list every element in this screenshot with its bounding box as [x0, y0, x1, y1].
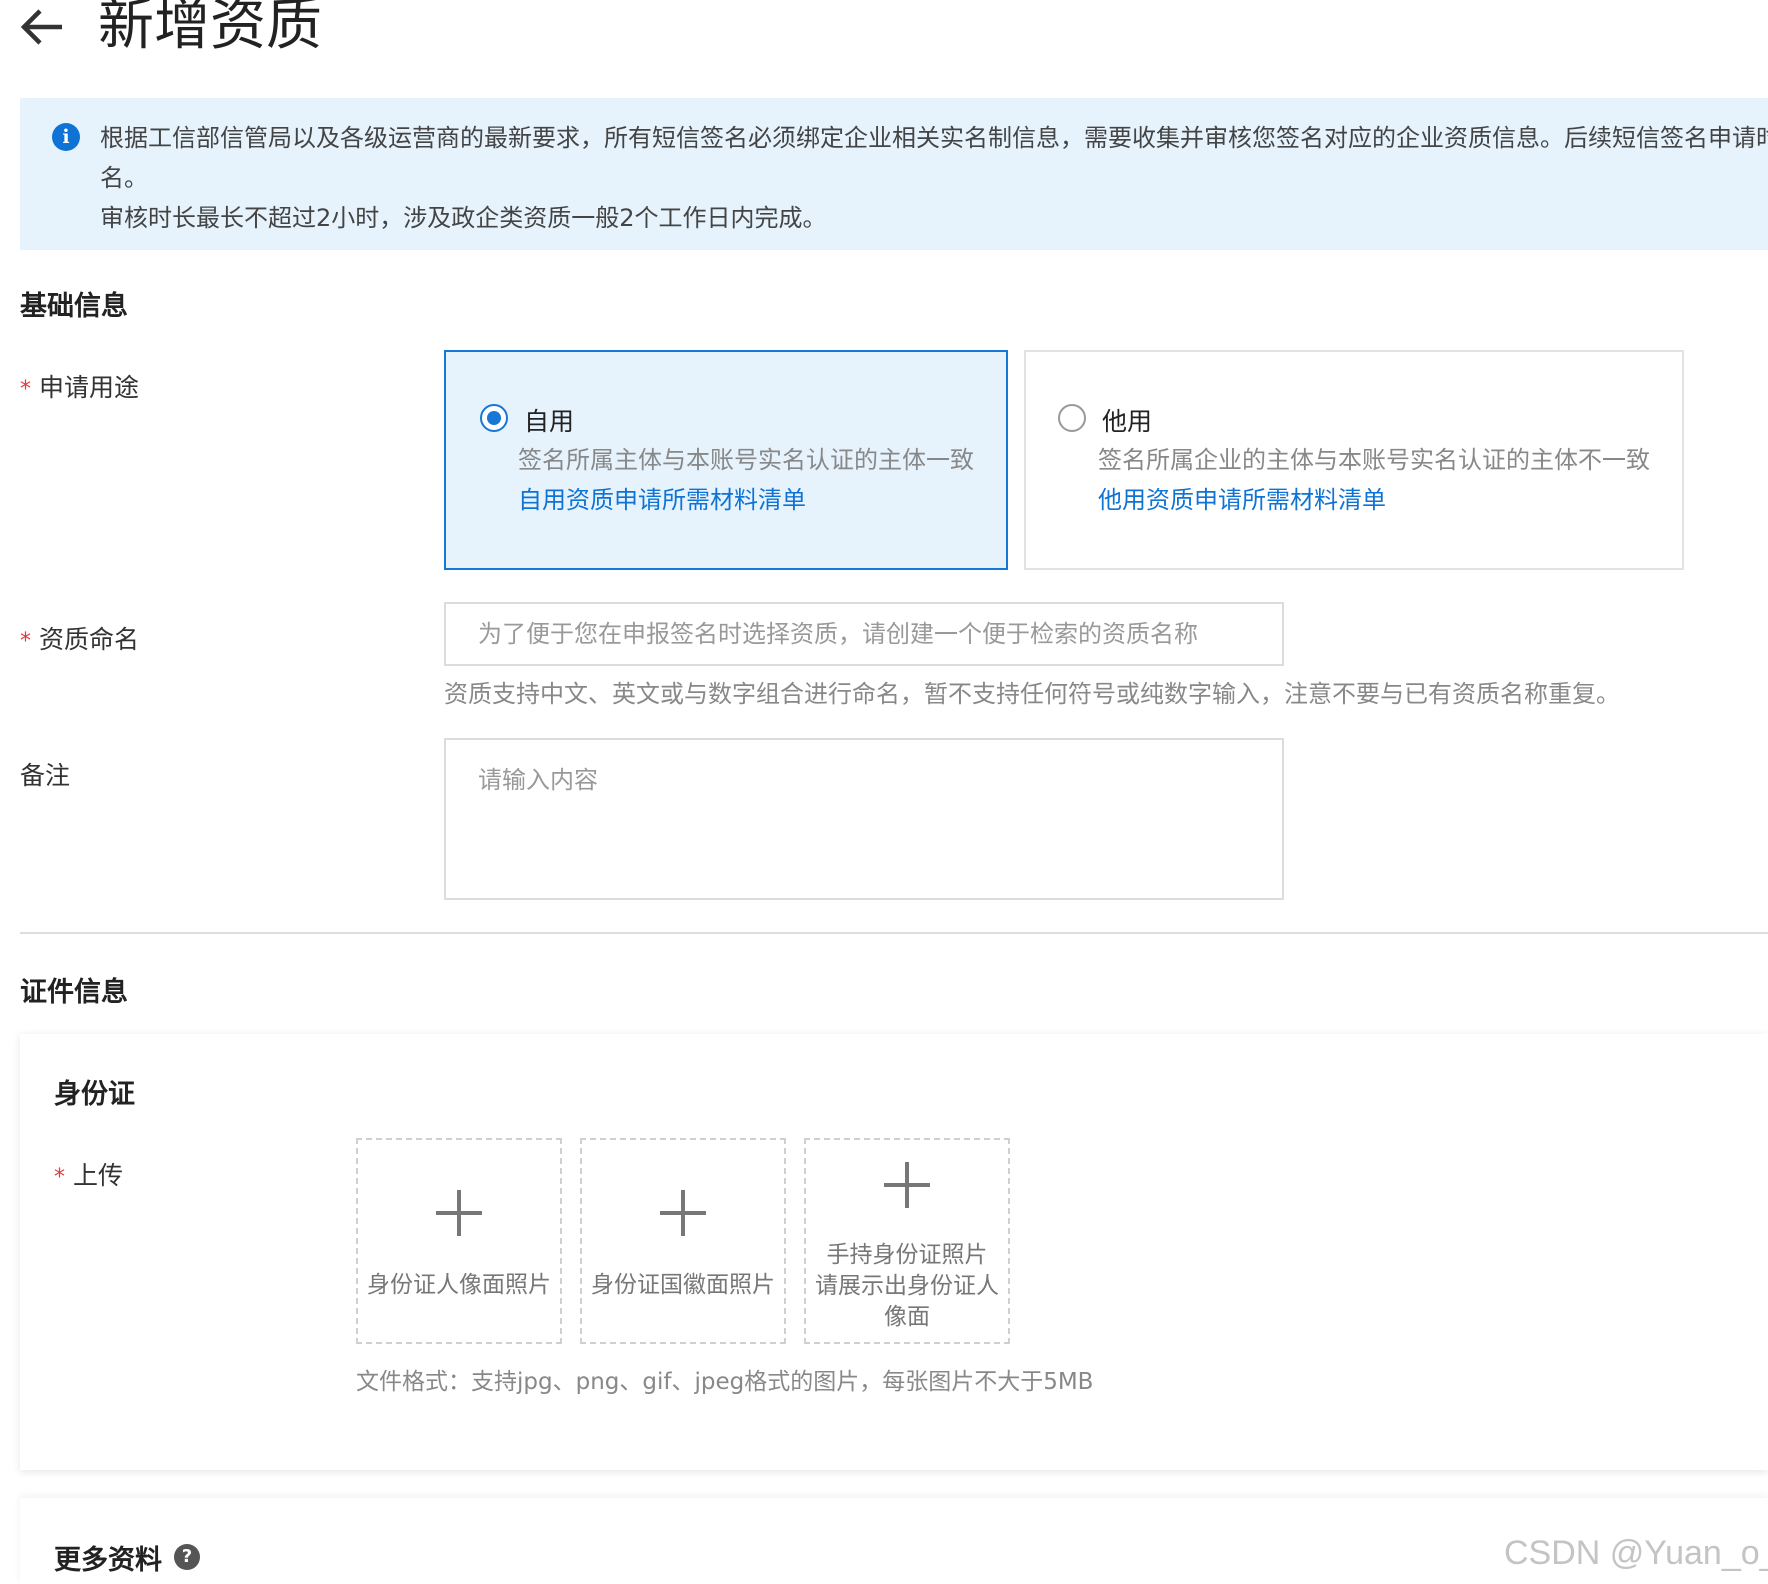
option-self-materials-link[interactable]: 自用资质申请所需材料清单 — [518, 480, 806, 515]
purpose-label-text: 申请用途 — [39, 373, 140, 402]
option-self-title: 自用 — [524, 407, 575, 436]
purpose-option-other[interactable]: 他用 签名所属企业的主体与本账号实名认证的主体不一致 他用资质申请所需材料清单 — [1024, 350, 1684, 570]
upload-slot-label: 身份证国徽面照片 — [591, 1272, 775, 1298]
help-icon[interactable]: ? — [174, 1544, 200, 1570]
notice-line-2: 名。 — [100, 164, 148, 192]
notice-line-3: 审核时长最长不超过2小时，涉及政企类资质一般2个工作日内完成。 — [100, 204, 827, 232]
upload-slot-label: 身份证人像面照片 — [367, 1272, 551, 1298]
basic-info-heading: 基础信息 — [20, 291, 128, 322]
purpose-option-self[interactable]: 自用 签名所属主体与本账号实名认证的主体一致 自用资质申请所需材料清单 — [444, 350, 1008, 570]
upload-slot-label-1: 手持身份证照片 — [826, 1242, 988, 1268]
option-other-materials-link[interactable]: 他用资质申请所需材料清单 — [1098, 480, 1386, 515]
purpose-label: * 申请用途 — [20, 368, 139, 404]
required-mark: * — [20, 629, 31, 654]
upload-idcard-front[interactable]: 身份证人像面照片 — [356, 1138, 562, 1344]
page-title: 新增资质 — [98, 0, 322, 58]
option-self-desc: 签名所属主体与本账号实名认证的主体一致 — [518, 446, 974, 474]
required-mark: * — [54, 1165, 65, 1190]
more-title: 更多资料 — [54, 1545, 162, 1576]
remark-textarea[interactable]: 请输入内容 — [444, 738, 1284, 900]
upload-slot-label-3: 像面 — [884, 1304, 930, 1330]
radio-self[interactable] — [480, 404, 508, 432]
back-arrow-icon[interactable] — [18, 4, 64, 50]
option-other-title: 他用 — [1102, 407, 1153, 436]
file-format-hint: 文件格式：支持jpg、png、gif、jpeg格式的图片，每张图片不大于5MB — [356, 1369, 1094, 1395]
remark-label: 备注 — [20, 761, 71, 790]
plus-icon — [660, 1190, 706, 1236]
upload-idcard-handheld[interactable]: 手持身份证照片 请展示出身份证人 像面 — [804, 1138, 1010, 1344]
cert-info-heading: 证件信息 — [20, 977, 128, 1008]
idcard-title: 身份证 — [54, 1079, 135, 1110]
qualification-name-input[interactable]: 为了便于您在申报签名时选择资质，请创建一个便于检索的资质名称 — [444, 602, 1284, 666]
name-label-text: 资质命名 — [39, 625, 140, 654]
info-icon: i — [52, 123, 80, 151]
section-divider — [20, 932, 1768, 934]
upload-idcard-back[interactable]: 身份证国徽面照片 — [580, 1138, 786, 1344]
notice-text: 根据工信部信管局以及各级运营商的最新要求，所有短信签名必须绑定企业相关实名制信息… — [100, 118, 1768, 238]
plus-icon — [436, 1190, 482, 1236]
required-mark: * — [20, 377, 31, 402]
name-label: * 资质命名 — [20, 620, 139, 656]
upload-label-text: 上传 — [73, 1161, 124, 1190]
option-other-desc: 签名所属企业的主体与本账号实名认证的主体不一致 — [1098, 446, 1650, 474]
plus-icon — [884, 1162, 930, 1208]
radio-other[interactable] — [1058, 404, 1086, 432]
upload-label: * 上传 — [54, 1156, 123, 1192]
name-hint: 资质支持中文、英文或与数字组合进行命名，暂不支持任何符号或纯数字输入，注意不要与… — [444, 680, 1620, 708]
watermark: CSDN @Yuan_o_ — [1504, 1534, 1768, 1572]
upload-slot-label-2: 请展示出身份证人 — [815, 1273, 999, 1299]
notice-line-1: 根据工信部信管局以及各级运营商的最新要求，所有短信签名必须绑定企业相关实名制信息… — [100, 124, 1768, 152]
